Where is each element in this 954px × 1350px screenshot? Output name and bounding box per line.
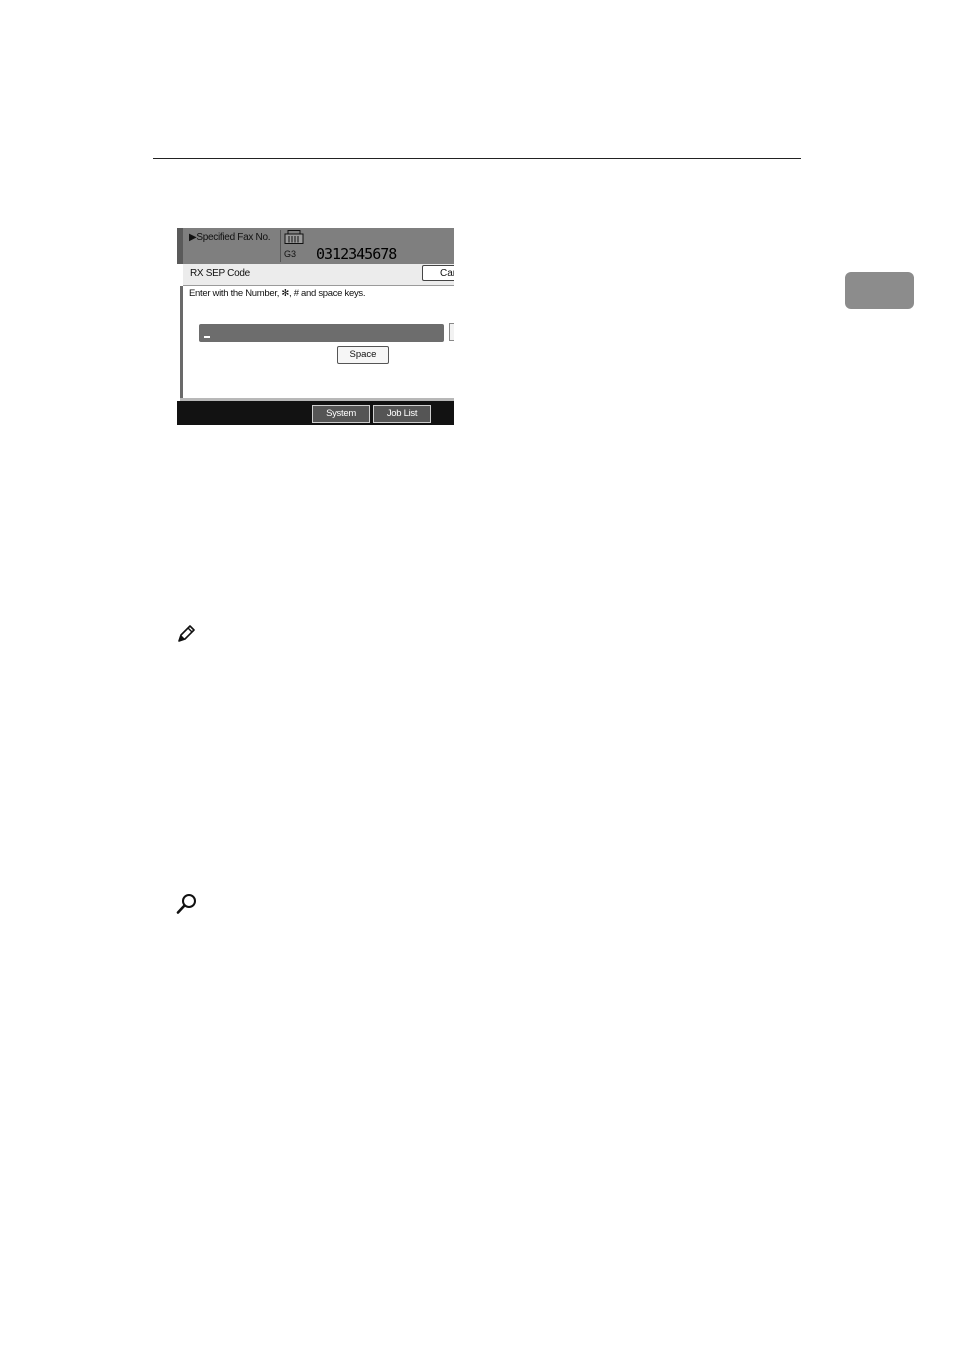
dialog-title: RX SEP Code — [190, 268, 250, 279]
header-edge — [177, 228, 183, 264]
space-button[interactable]: Space — [337, 346, 389, 364]
panel-footer: System Status Job List — [177, 401, 454, 425]
sep-code-input[interactable] — [199, 324, 444, 342]
instruction-text: Enter with the Number, ✻, # and space ke… — [189, 288, 366, 299]
job-list-button[interactable]: Job List — [373, 405, 431, 423]
input-cursor — [204, 336, 210, 338]
dialog-titlebar: RX SEP Code Cancel — [183, 264, 454, 286]
specified-fax-label: ▶Specified Fax No. — [189, 232, 271, 243]
system-status-button[interactable]: System Status — [312, 405, 370, 425]
clear-key-button[interactable] — [449, 323, 454, 341]
fax-panel-screenshot: ▶Specified Fax No. G3 0312345678 RX SEP … — [177, 228, 454, 425]
dialog-body: Enter with the Number, ✻, # and space ke… — [180, 286, 454, 400]
panel-header: ▶Specified Fax No. G3 0312345678 — [177, 228, 454, 264]
fax-machine-icon — [284, 230, 304, 244]
header-divider — [280, 230, 281, 262]
page-header-rule — [153, 158, 801, 159]
pencil-note-icon — [178, 625, 195, 642]
fax-number-display: 0312345678 — [316, 245, 397, 263]
magnifier-reference-icon — [176, 894, 196, 914]
cancel-button[interactable]: Cancel — [422, 265, 454, 281]
line-type-label: G3 — [284, 249, 297, 259]
chapter-tab — [845, 272, 914, 309]
